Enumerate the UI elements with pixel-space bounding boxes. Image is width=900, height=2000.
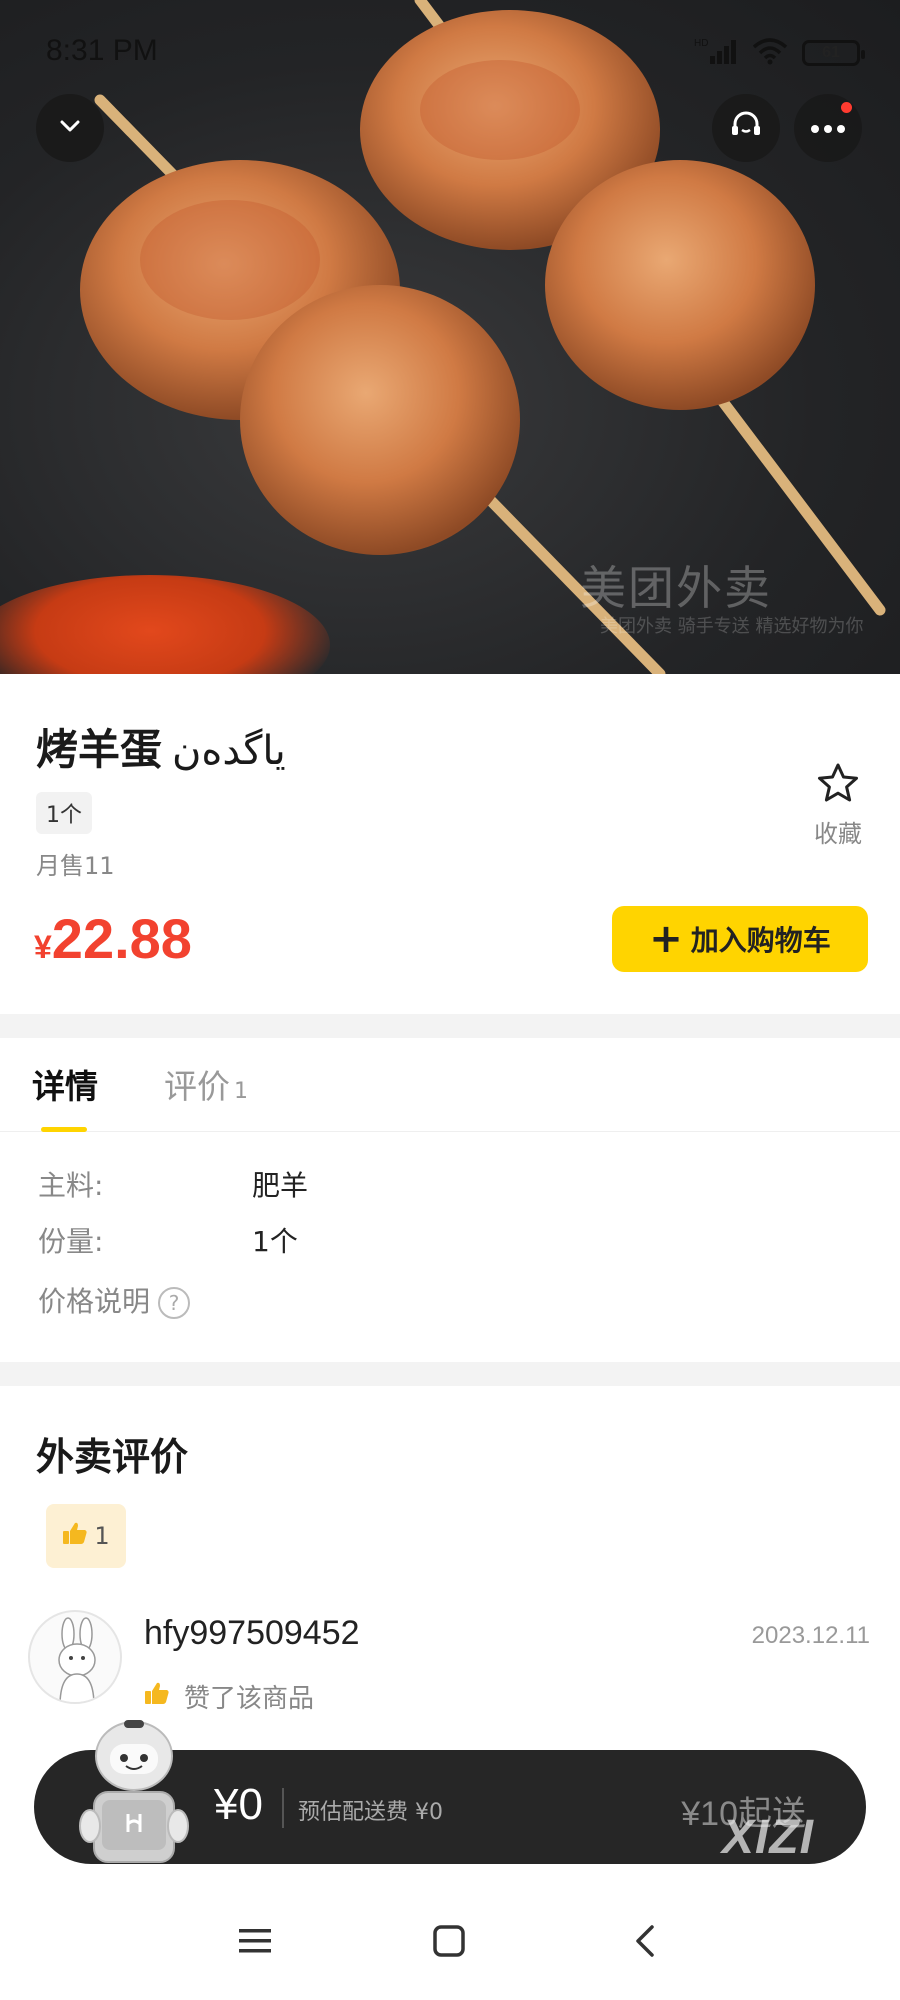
favorite-button[interactable]: 收藏 [808, 762, 868, 849]
product-name: 烤羊蛋 [36, 725, 163, 774]
main-ingredient-label: 主料: [38, 1169, 104, 1202]
details-section: 主料: 肥羊 份量: 1个 价格说明? [0, 1132, 900, 1362]
review-action: 赞了该商品 [144, 1678, 314, 1715]
wifi-icon [752, 37, 788, 69]
signal-icon: HD [694, 36, 738, 70]
product-info: 烤羊蛋 ياگدەن 1个 月售11 ¥22.88 收藏 + 加入购物车 [0, 674, 900, 1014]
review-username: hfy997509452 [144, 1614, 360, 1652]
notification-dot [841, 102, 852, 113]
thumbs-up-icon [144, 1681, 170, 1712]
review-action-text: 赞了该商品 [184, 1684, 315, 1714]
portion-label: 份量: [38, 1225, 104, 1258]
more-button[interactable] [794, 94, 862, 162]
thumbs-up-icon [62, 1521, 88, 1551]
tab-reviews-label: 评价 [164, 1067, 230, 1106]
star-icon [816, 763, 860, 808]
cart-total: ¥0 [214, 1780, 263, 1829]
portion-value: 1个 [252, 1225, 298, 1258]
product-name-uyghur: ياگدەن [172, 728, 286, 774]
product-title: 烤羊蛋 ياگدەن [36, 716, 286, 777]
like-filter-chip[interactable]: 1 [46, 1504, 126, 1568]
product-price: ¥22.88 [34, 906, 192, 971]
review-date: 2023.12.11 [751, 1622, 870, 1649]
price-currency: ¥ [34, 929, 52, 965]
system-nav-bar [0, 1880, 900, 2000]
monthly-sales: 月售11 [36, 852, 115, 880]
home-square-icon [432, 1924, 466, 1962]
battery-indicator: 61 [802, 40, 865, 66]
price-value: 22.88 [51, 907, 192, 970]
tab-reviews[interactable]: 评价 1 [164, 1060, 248, 1108]
svg-text:HD: HD [694, 38, 708, 49]
delivery-fee: 预估配送费 ¥0 [298, 1800, 443, 1825]
plus-icon: + [649, 916, 683, 962]
like-count: 1 [94, 1522, 110, 1550]
menu-icon [238, 1926, 272, 1960]
more-dots-icon [810, 119, 846, 138]
price-note[interactable]: 价格说明? [38, 1280, 191, 1320]
cart-divider [282, 1788, 284, 1828]
watermark: 美团外卖 [580, 561, 772, 615]
back-chevron-icon [630, 1924, 660, 1962]
status-icons: HD 61 [694, 36, 865, 70]
add-to-cart-button[interactable]: + 加入购物车 [612, 906, 868, 972]
menu-button[interactable] [230, 1918, 280, 1968]
reviews-title: 外卖评价 [36, 1435, 189, 1479]
collapse-button[interactable] [36, 94, 104, 162]
chevron-down-icon [55, 111, 85, 145]
status-time: 8:31 PM [46, 34, 158, 67]
section-divider [0, 1014, 900, 1038]
price-note-label: 价格说明 [38, 1285, 151, 1318]
reviews-section: 外卖评价 1 hfy997509452 2023.12.11 赞了该商品 [0, 1386, 900, 1766]
tab-reviews-count: 1 [234, 1079, 248, 1104]
tab-details-label: 详情 [32, 1067, 98, 1106]
watermark-sub: 美团外卖 骑手专送 精选好物为你 [600, 616, 864, 637]
portion-badge: 1个 [36, 792, 92, 834]
avatar[interactable] [28, 1610, 122, 1704]
add-to-cart-label: 加入购物车 [690, 924, 831, 957]
tab-bar: 详情 评价 1 [0, 1038, 900, 1132]
section-divider [0, 1362, 900, 1386]
customer-service-button[interactable] [712, 94, 780, 162]
xizi-watermark: XIZI [722, 1811, 815, 1864]
home-button[interactable] [424, 1918, 474, 1968]
favorite-label: 收藏 [814, 820, 862, 848]
main-ingredient-value: 肥羊 [252, 1169, 309, 1202]
cart-mascot-icon[interactable] [64, 1714, 204, 1874]
customer-service-icon [728, 108, 764, 148]
back-button[interactable] [620, 1918, 670, 1968]
question-icon[interactable]: ? [158, 1287, 191, 1319]
tab-details[interactable]: 详情 [32, 1060, 98, 1108]
